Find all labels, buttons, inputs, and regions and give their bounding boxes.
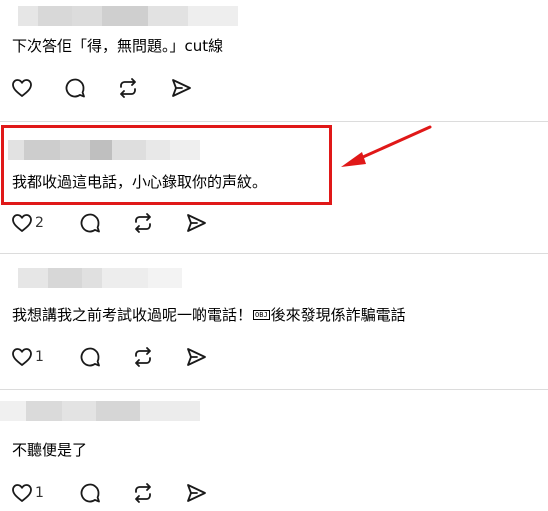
like-count: 1: [35, 349, 44, 365]
annotation-arrow: [341, 125, 432, 167]
send-icon: [172, 79, 191, 97]
comment-4: 不聽便是了 1: [0, 390, 548, 511]
send-icon: [187, 484, 206, 502]
repost-button[interactable]: [131, 345, 155, 369]
heart-icon: [12, 214, 32, 232]
comment-icon: [65, 78, 85, 98]
repost-icon: [135, 347, 151, 367]
repost-icon: [135, 213, 151, 233]
username-blurred: [18, 268, 182, 288]
repost-button[interactable]: [131, 481, 155, 505]
heart-icon: [12, 484, 32, 502]
obj-control-char: OBJ: [253, 310, 270, 320]
send-icon: [187, 348, 206, 366]
comment-text: 下次答佢「得，無問題。」cut線: [12, 37, 224, 55]
like-count: 1: [35, 485, 44, 501]
comment-text-part: 後來發現係詐騙電話: [270, 306, 406, 324]
highlight-box: [1, 125, 332, 205]
comment-icon: [80, 213, 100, 233]
share-button[interactable]: [169, 76, 193, 100]
repost-button[interactable]: [131, 211, 155, 235]
heart-icon: [12, 348, 32, 366]
comment-1: 下次答佢「得，無問題。」cut線: [0, 0, 548, 112]
like-button[interactable]: [10, 76, 34, 100]
heart-icon: [12, 79, 32, 97]
send-icon: [187, 214, 206, 232]
share-button[interactable]: [184, 211, 208, 235]
reply-button[interactable]: [78, 211, 102, 235]
comment-3: 我想講我之前考試收過呢一啲電話！ OBJ 後來發現係詐騙電話 1: [0, 254, 548, 389]
comment-icon: [80, 483, 100, 503]
comment-text: 我想講我之前考試收過呢一啲電話！ OBJ 後來發現係詐騙電話: [12, 305, 406, 325]
like-button[interactable]: 1: [10, 345, 44, 369]
repost-icon: [135, 483, 151, 503]
reply-button[interactable]: [63, 76, 87, 100]
username-blurred: [0, 401, 200, 421]
share-button[interactable]: [184, 481, 208, 505]
username-blurred: [18, 6, 238, 26]
reply-button[interactable]: [78, 345, 102, 369]
comment-icon: [80, 347, 100, 367]
like-button[interactable]: 2: [10, 211, 44, 235]
comment-text-part: 我想講我之前考試收過呢一啲電話！: [12, 306, 253, 324]
like-button[interactable]: 1: [10, 481, 44, 505]
repost-icon: [120, 78, 136, 98]
repost-button[interactable]: [116, 76, 140, 100]
share-button[interactable]: [184, 345, 208, 369]
reply-button[interactable]: [78, 481, 102, 505]
comment-text: 不聽便是了: [12, 441, 88, 459]
like-count: 2: [35, 215, 44, 231]
